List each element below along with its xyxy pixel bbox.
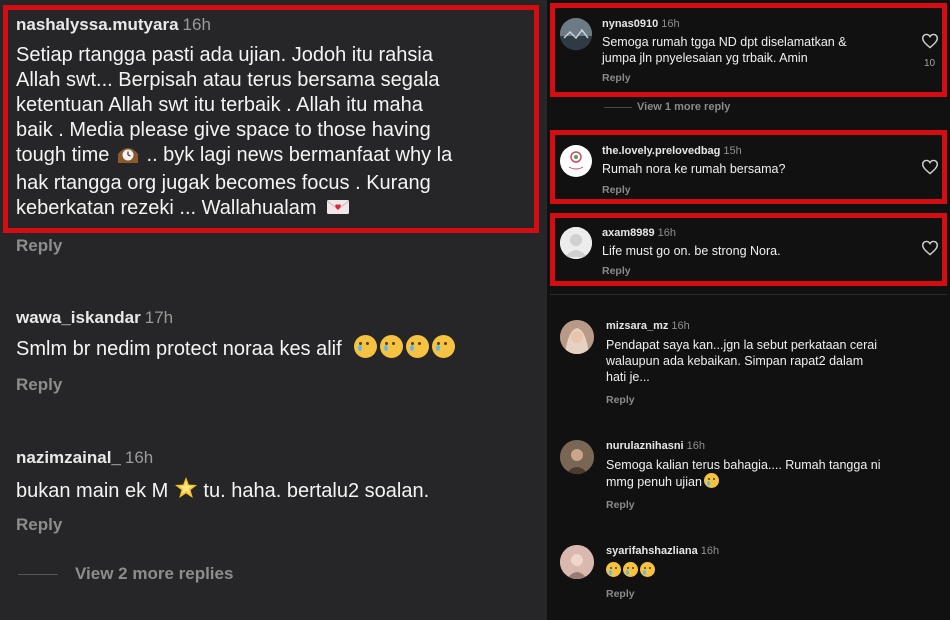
comment-text: Semoga kalian terus bahagia.... Rumah ta… xyxy=(606,457,880,490)
reply-button[interactable]: Reply xyxy=(606,499,635,511)
comment-time: 16h xyxy=(686,440,705,452)
comment-line: ketentuan Allah swt itu terbaik . Allah … xyxy=(16,94,423,116)
comment-username[interactable]: nurulaznihasni 16h xyxy=(606,440,705,452)
comment-time: 17h xyxy=(144,308,174,327)
comment-time: 16h xyxy=(657,227,676,239)
crying-face-icon xyxy=(703,473,719,488)
comment-line: baik . Media please give space to those … xyxy=(16,119,431,141)
comment-username[interactable]: nazimzainal_ 16h xyxy=(16,448,153,468)
comment-username[interactable]: the.lovely.prelovedbag 15h xyxy=(602,145,742,157)
comment-text: Life must go on. be strong Nora. xyxy=(602,244,781,258)
divider-line xyxy=(604,107,632,108)
right-comments-panel: nynas0910 16h Semoga rumah tgga ND dpt di… xyxy=(547,0,950,620)
comment-line: walaupun ada kebaikan. Simpan rapat2 dal… xyxy=(606,354,864,368)
view-more-replies-button[interactable]: View 2 more replies xyxy=(75,564,233,584)
divider-line xyxy=(550,294,947,295)
reply-button[interactable]: Reply xyxy=(602,265,631,277)
comment-line: mmg penuh ujian xyxy=(606,473,880,490)
comment-text: Pendapat saya kan...jgn la sebut perkata… xyxy=(606,337,877,385)
comment-line: tough time .. byk lagi news bermanfaat w… xyxy=(16,143,536,171)
comment-text: Smlm br nedim protect noraa kes alif xyxy=(16,335,456,362)
comment-username[interactable]: nashalyssa.mutyara 16h xyxy=(16,15,211,35)
comment-time: 16h xyxy=(182,15,211,34)
comment-line: keberkatan rezeki ... Wallahualam xyxy=(16,196,536,223)
comment-text: Setiap rtangga pasti ada ujian. Jodoh it… xyxy=(16,43,536,223)
comment-line: Setiap rtangga pasti ada ujian. Jodoh it… xyxy=(16,44,433,66)
avatar[interactable] xyxy=(560,145,592,177)
comment-text: Semoga rumah tgga ND dpt diselamatkan & … xyxy=(602,34,847,66)
comment-username[interactable]: mizsara_mz 16h xyxy=(606,320,690,332)
heart-icon[interactable] xyxy=(921,159,939,175)
comment-line: jumpa jln pnyelesaian yg trbaik. Amin xyxy=(602,51,808,65)
glowing-star-icon xyxy=(174,476,198,507)
reply-button[interactable]: Reply xyxy=(606,394,635,406)
reply-button[interactable]: Reply xyxy=(16,375,62,395)
comment-line: hati je... xyxy=(606,370,650,384)
comment-line: Pendapat saya kan...jgn la sebut perkata… xyxy=(606,338,878,352)
comment-line: Allah swt... Berpisah atau terus bersama… xyxy=(16,69,440,91)
comment-username[interactable]: nynas0910 16h xyxy=(602,18,680,30)
comment-username[interactable]: wawa_iskandar 17h xyxy=(16,308,173,328)
comment-text: Rumah nora ke rumah bersama? xyxy=(602,162,786,176)
comment-line: Semoga kalian terus bahagia.... Rumah ta… xyxy=(606,458,881,472)
crying-face-icon xyxy=(351,335,456,360)
comment-line: Semoga rumah tgga ND dpt diselamatkan & xyxy=(602,35,847,49)
left-comments-panel: nashalyssa.mutyara 16h Setiap rtangga pas… xyxy=(0,0,545,620)
like-count: 10 xyxy=(924,58,936,69)
avatar[interactable] xyxy=(560,545,594,579)
divider-line xyxy=(18,574,58,575)
comment-username[interactable]: syarifahshazliana 16h xyxy=(606,545,719,557)
heart-icon[interactable] xyxy=(921,33,939,49)
comment-time: 16h xyxy=(661,18,680,30)
heart-icon[interactable] xyxy=(921,240,939,256)
reply-button[interactable]: Reply xyxy=(16,236,62,256)
comment-time: 15h xyxy=(723,145,742,157)
reply-button[interactable]: Reply xyxy=(16,515,62,535)
love-letter-icon xyxy=(326,198,350,223)
reply-button[interactable]: Reply xyxy=(606,588,635,600)
view-more-replies-button[interactable]: View 1 more reply xyxy=(637,101,730,113)
comment-username[interactable]: axam8989 16h xyxy=(602,227,676,239)
reply-button[interactable]: Reply xyxy=(602,184,631,196)
avatar[interactable] xyxy=(560,320,594,354)
comment-time: 16h xyxy=(671,320,690,332)
reply-button[interactable]: Reply xyxy=(602,72,631,84)
avatar[interactable] xyxy=(560,440,594,474)
comment-time: 16h xyxy=(700,545,720,557)
crying-face-icon xyxy=(606,562,655,580)
avatar[interactable] xyxy=(560,227,592,259)
comment-text: bukan main ek M tu. haha. bertalu2 soala… xyxy=(16,476,429,507)
mantelpiece-clock-icon xyxy=(116,144,140,171)
comment-time: 16h xyxy=(124,448,154,467)
avatar[interactable] xyxy=(560,18,592,50)
comment-line: hak rtangga org jugak becomes focus . Ku… xyxy=(16,172,431,194)
